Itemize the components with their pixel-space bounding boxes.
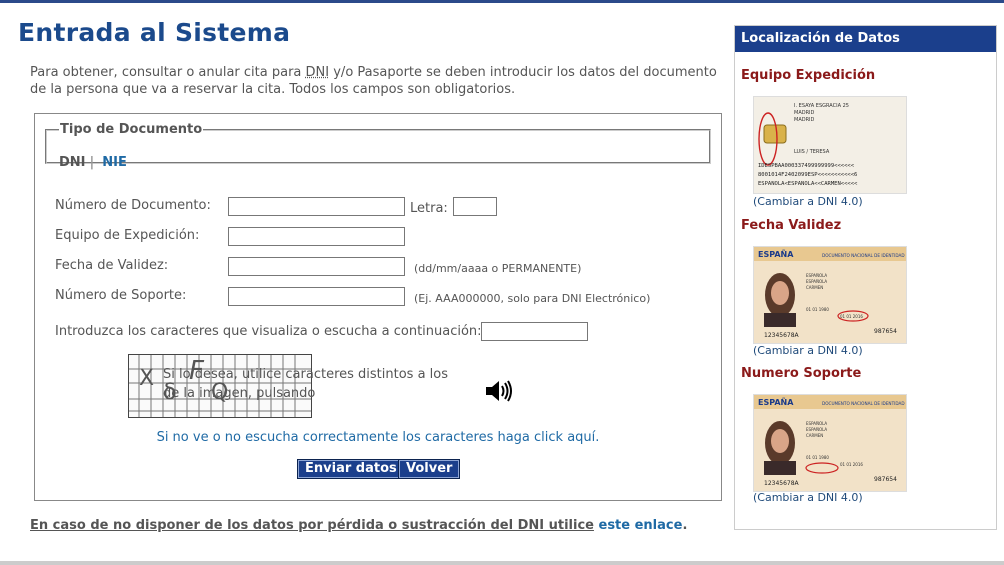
numero-documento-label: Número de Documento: xyxy=(55,198,211,213)
captcha-label: Introduzca los caracteres que visualiza … xyxy=(55,324,482,339)
card-line: MADRID xyxy=(794,110,815,116)
card-line: I. ESAYA ESGRACIA 25 xyxy=(794,103,849,109)
card-line: 12345678A xyxy=(764,480,800,487)
card-line: ESPAÑOLA xyxy=(806,279,827,284)
submit-button[interactable]: Enviar datos xyxy=(297,459,405,479)
login-form: Tipo de Documento DNI | NIE Número de Docu… xyxy=(34,113,722,501)
card-mrz: 8001014F2402099ESP<<<<<<<<<<<6 xyxy=(758,172,857,178)
document-type-tabs: DNI | NIE xyxy=(59,155,127,170)
card-mrz: ESPANOLA<ESPANOLA<<CARMEN<<<<< xyxy=(758,181,858,187)
card-line: ESPAÑOLA xyxy=(806,421,827,426)
card-line: CARMEN xyxy=(806,433,823,438)
change-dni-link-2[interactable]: (Cambiar a DNI 4.0) xyxy=(753,344,863,357)
card-country: ESPAÑA xyxy=(758,397,794,407)
fecha-validez-input[interactable] xyxy=(228,257,405,276)
tab-separator: | xyxy=(89,155,95,170)
main-content: Entrada al Sistema Para obtener, consult… xyxy=(18,14,728,554)
letra-input[interactable] xyxy=(453,197,497,216)
captcha-char: X xyxy=(139,366,154,391)
letra-label: Letra: xyxy=(410,201,448,216)
data-location-sidebar: Localización de Datos Equipo Expedición … xyxy=(734,25,997,530)
sidebar-heading-fecha: Fecha Validez xyxy=(741,218,842,233)
card-line: 987654 xyxy=(874,328,897,335)
card-line: 01 01 1980 xyxy=(806,307,829,312)
lost-dni-note: En caso de no disponer de los datos por … xyxy=(30,518,730,533)
dni-front-image-soporte: ESPAÑA DOCUMENTO NACIONAL DE IDENTIDAD E… xyxy=(753,394,907,492)
numero-soporte-hint: (Ej. AAA000000, solo para DNI Electrónic… xyxy=(414,292,651,305)
document-type-fieldset: Tipo de Documento DNI | NIE xyxy=(45,122,711,170)
speaker-icon[interactable] xyxy=(485,380,513,406)
captcha-instructions: Si lo desea, utilice caracteres distinto… xyxy=(163,367,449,401)
captcha-input[interactable] xyxy=(481,322,588,341)
captcha-help-link[interactable]: Si no ve o no escucha correctamente los … xyxy=(35,430,721,445)
document-type-legend: Tipo de Documento xyxy=(60,122,203,137)
card-mrz: IDESPBAA000337499999999<<<<<< xyxy=(758,163,855,169)
back-button[interactable]: Volver xyxy=(398,459,461,479)
card-doc: DOCUMENTO NACIONAL DE IDENTIDAD xyxy=(822,401,905,406)
intro-pre: Para obtener, consultar o anular cita pa… xyxy=(30,65,306,80)
numero-soporte-input[interactable] xyxy=(228,287,405,306)
fecha-validez-hint: (dd/mm/aaaa o PERMANENTE) xyxy=(414,262,582,275)
card-line: MADRID xyxy=(794,117,815,123)
bottom-border xyxy=(0,561,1004,565)
card-line: 01 01 2016 xyxy=(840,314,863,319)
fecha-validez-label: Fecha de Validez: xyxy=(55,258,169,273)
tab-nie[interactable]: NIE xyxy=(102,155,127,170)
top-border xyxy=(0,0,1004,3)
card-line: 12345678A xyxy=(764,332,800,339)
dni-abbr: DNI xyxy=(305,65,330,80)
sidebar-title: Localización de Datos xyxy=(735,26,996,52)
card-line: ESPAÑOLA xyxy=(806,427,827,432)
tab-dni[interactable]: DNI xyxy=(59,155,86,170)
card-line: 01 01 1980 xyxy=(806,455,829,460)
lost-dni-period: . xyxy=(682,518,688,533)
card-doc: DOCUMENTO NACIONAL DE IDENTIDAD xyxy=(822,253,905,258)
numero-documento-input[interactable] xyxy=(228,197,405,216)
sidebar-heading-equipo: Equipo Expedición xyxy=(741,68,876,83)
dni-front-image-fecha: ESPAÑA DOCUMENTO NACIONAL DE IDENTIDAD E… xyxy=(753,246,907,344)
card-line: CARMEN xyxy=(806,285,823,290)
card-line: ESPAÑOLA xyxy=(806,273,827,278)
equipo-expedicion-input[interactable] xyxy=(228,227,405,246)
card-line: LUIS / TERESA xyxy=(794,149,830,155)
card-line: 987654 xyxy=(874,476,897,483)
lost-dni-link[interactable]: este enlace xyxy=(599,518,683,533)
dni-back-image: I. ESAYA ESGRACIA 25 MADRID MADRID LUIS … xyxy=(753,96,907,194)
card-country: ESPAÑA xyxy=(758,249,794,259)
lost-dni-text: En caso de no disponer de los datos por … xyxy=(30,518,594,533)
page-title: Entrada al Sistema xyxy=(18,18,291,47)
equipo-expedicion-label: Equipo de Expedición: xyxy=(55,228,200,243)
numero-soporte-label: Número de Soporte: xyxy=(55,288,187,303)
change-dni-link-1[interactable]: (Cambiar a DNI 4.0) xyxy=(753,195,863,208)
intro-text: Para obtener, consultar o anular cita pa… xyxy=(30,64,730,98)
card-line: 01 01 2016 xyxy=(840,462,863,467)
sidebar-heading-soporte: Numero Soporte xyxy=(741,366,862,381)
change-dni-link-3[interactable]: (Cambiar a DNI 4.0) xyxy=(753,491,863,504)
